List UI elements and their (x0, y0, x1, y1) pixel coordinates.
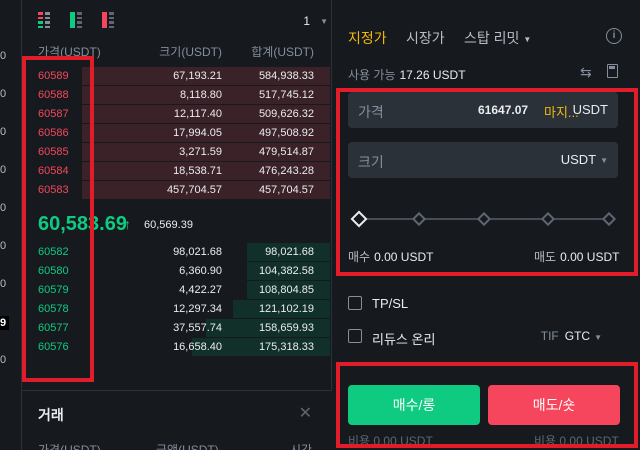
chevron-down-icon: ▼ (594, 333, 602, 342)
highlight-box-price-column (22, 56, 94, 382)
precision-select[interactable]: 1 ▼ (303, 14, 328, 28)
tpsl-label: TP/SL (372, 296, 409, 311)
bid-total: 98,021.68 (265, 246, 314, 258)
ask-size: 12,117.40 (173, 108, 222, 120)
tab-market[interactable]: 시장가 (406, 28, 445, 48)
tab-stop-limit[interactable]: 스탑 리밋 ▼ (464, 28, 531, 48)
trades-header-time: 시간 (290, 443, 313, 450)
ask-total: 509,626.32 (258, 108, 314, 120)
trades-header-price: 가격(USDT) (38, 443, 101, 450)
reduce-only-row: 리듀스 온리 TIF GTC ▼ (348, 329, 628, 347)
layout-both-icon[interactable] (38, 12, 54, 28)
arrow-up-icon: ↑ (124, 216, 131, 232)
reduce-only-label: 리듀스 온리 (372, 332, 436, 347)
available-label: 사용 가능 (348, 68, 396, 82)
edge-number: 0 (0, 50, 7, 62)
edge-number: 0 (0, 354, 7, 366)
edge-number: 0 (0, 126, 7, 138)
ask-size: 8,118.80 (179, 89, 222, 101)
tab-limit[interactable]: 지정가 (348, 28, 387, 48)
ask-total: 517,745.12 (258, 89, 314, 101)
edge-number: 0 (0, 278, 7, 290)
calculator-icon[interactable] (607, 64, 618, 78)
tif-label: TIF (540, 329, 559, 343)
ask-total: 476,243.28 (258, 165, 314, 177)
bid-size: 16,658.40 (173, 341, 222, 353)
trades-header-amount: 금액(USDT) (156, 443, 219, 450)
chevron-down-icon: ▼ (320, 17, 328, 27)
tpsl-checkbox[interactable] (348, 296, 362, 310)
close-icon[interactable]: ✕ (299, 403, 312, 423)
mark-price: 60,569.39 (144, 219, 193, 231)
chevron-down-icon: ▼ (523, 34, 532, 44)
edge-number: 0 (0, 240, 7, 252)
bid-size: 37,557.74 (173, 322, 222, 334)
bid-total: 158,659.93 (258, 322, 314, 334)
reduce-only-checkbox[interactable] (348, 329, 362, 343)
precision-value: 1 (303, 14, 311, 28)
ask-size: 18,538.71 (173, 165, 222, 177)
ask-total: 584,938.33 (258, 70, 314, 82)
bid-size: 98,021.68 (173, 246, 222, 258)
left-edge-panel: 0 0 0 0 0 0 0 9 0 (0, 0, 22, 450)
available-balance: 사용 가능 17.26 USDT (348, 66, 466, 83)
bid-total: 121,102.19 (258, 303, 314, 315)
bid-size: 12,297.34 (173, 303, 222, 315)
edge-number: 0 (0, 164, 7, 176)
ask-size: 3,271.59 (179, 146, 222, 158)
ask-size: 67,193.21 (173, 70, 222, 82)
bid-size: 6,360.90 (179, 265, 222, 277)
layout-bids-icon[interactable] (70, 12, 86, 28)
transfer-icon[interactable]: ⇆ (580, 64, 592, 81)
info-icon[interactable]: i (606, 28, 622, 44)
bid-total: 108,804.85 (258, 284, 314, 296)
layout-asks-icon[interactable] (102, 12, 118, 28)
order-book-toolbar: 1 ▼ (38, 12, 328, 32)
header-total: 합계(USDT) (251, 45, 314, 59)
tif-select[interactable]: TIF GTC ▼ (541, 329, 602, 343)
available-value: 17.26 USDT (399, 68, 466, 82)
highlight-box-order-buttons (336, 362, 638, 448)
bid-total: 104,382.58 (258, 265, 314, 277)
tpsl-row: TP/SL (348, 296, 628, 312)
ask-total: 479,514.87 (258, 146, 314, 158)
ask-total: 457,704.57 (258, 184, 314, 196)
edge-number: 0 (0, 88, 7, 100)
bid-size: 4,422.27 (179, 284, 222, 296)
tab-stop-limit-label: 스탑 리밋 (464, 30, 520, 46)
edge-number-highlight: 9 (0, 316, 10, 330)
ask-size: 17,994.05 (173, 127, 222, 139)
tif-value: GTC (564, 329, 591, 343)
bid-total: 175,318.33 (258, 341, 314, 353)
highlight-box-order-inputs (336, 88, 638, 276)
edge-number: 0 (0, 202, 7, 214)
ask-total: 497,508.92 (258, 127, 314, 139)
ask-size: 457,704.57 (166, 184, 222, 196)
trades-title: 거래 (38, 407, 64, 423)
header-size: 크기(USDT) (159, 45, 222, 59)
trades-panel: 거래 ✕ 가격(USDT) 금액(USDT) 시간 (22, 390, 332, 450)
